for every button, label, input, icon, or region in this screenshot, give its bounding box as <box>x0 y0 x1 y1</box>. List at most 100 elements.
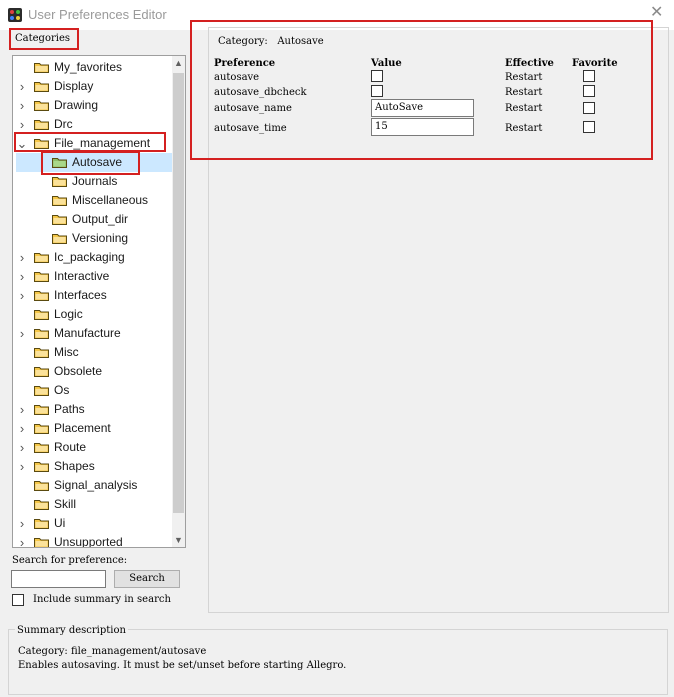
tree-item[interactable]: › Route <box>16 438 172 457</box>
tree-item[interactable]: Autosave <box>16 153 172 172</box>
chevron-right-icon[interactable]: › <box>16 324 28 343</box>
category-tree[interactable]: My_favorites › Display › Drawing › Drc ⌄ File_ma… <box>12 55 186 548</box>
folder-icon <box>34 500 49 510</box>
tree-item-label: Logic <box>54 307 83 321</box>
tree-item-label: Interactive <box>54 269 110 283</box>
folder-icon <box>52 215 67 225</box>
favorite-checkbox-autosave-dbcheck[interactable] <box>583 85 595 97</box>
effective-autosave-time: Restart <box>505 123 543 134</box>
chevron-right-icon[interactable]: › <box>16 248 28 267</box>
tree-item-label: Os <box>54 383 70 397</box>
chevron-right-icon[interactable]: › <box>16 96 28 115</box>
folder-icon <box>34 519 49 529</box>
include-summary-checkbox[interactable] <box>12 594 24 606</box>
close-icon[interactable]: ✕ <box>650 5 663 21</box>
tree-item-label: My_favorites <box>54 60 123 74</box>
chevron-right-icon[interactable]: › <box>16 514 28 533</box>
chevron-right-icon[interactable]: › <box>16 533 28 547</box>
tree-item-label: Signal_analysis <box>54 478 138 492</box>
tree-item[interactable]: › Drawing <box>16 96 172 115</box>
tree-item[interactable]: Signal_analysis <box>16 476 172 495</box>
search-label: Search for preference: <box>12 555 128 566</box>
tree-item[interactable]: ⌄ File_management <box>16 134 172 153</box>
tree-item[interactable]: › Unsupported <box>16 533 172 547</box>
tree-item[interactable]: › Shapes <box>16 457 172 476</box>
pref-name-autosave-name: autosave_name <box>214 103 292 114</box>
value-checkbox-autosave-dbcheck[interactable] <box>371 85 383 97</box>
tree-item[interactable]: Obsolete <box>16 362 172 381</box>
folder-icon <box>34 272 49 282</box>
tree-item[interactable]: › Interactive <box>16 267 172 286</box>
folder-icon <box>34 367 49 377</box>
title-bar: User Preferences Editor ✕ <box>0 0 674 30</box>
tree-item[interactable]: › Ui <box>16 514 172 533</box>
tree-item[interactable]: Skill <box>16 495 172 514</box>
tree-item-label: Manufacture <box>54 326 121 340</box>
favorite-checkbox-autosave-name[interactable] <box>583 102 595 114</box>
tree-item-label: Obsolete <box>54 364 103 378</box>
category-name: Autosave <box>277 36 324 47</box>
chevron-right-icon[interactable]: › <box>16 419 28 438</box>
value-input-autosave-name[interactable]: AutoSave <box>371 99 474 117</box>
search-button[interactable]: Search <box>114 570 180 588</box>
tree-item[interactable]: Os <box>16 381 172 400</box>
tree-item-label: Misc <box>54 345 79 359</box>
summary-title: Summary description <box>15 625 128 636</box>
folder-icon <box>34 310 49 320</box>
folder-icon <box>34 101 49 111</box>
tree-item[interactable]: Versioning <box>16 229 172 248</box>
effective-autosave-name: Restart <box>505 103 543 114</box>
chevron-right-icon[interactable]: › <box>16 438 28 457</box>
folder-icon <box>52 234 67 244</box>
value-checkbox-autosave[interactable] <box>371 70 383 82</box>
folder-icon <box>34 424 49 434</box>
tree-item-label: Route <box>54 440 87 454</box>
effective-autosave-dbcheck: Restart <box>505 87 543 98</box>
favorite-checkbox-autosave-time[interactable] <box>583 121 595 133</box>
tree-item[interactable]: › Ic_packaging <box>16 248 172 267</box>
chevron-right-icon[interactable]: › <box>16 115 28 134</box>
summary-category-line: Category: file_management/autosave <box>18 646 207 657</box>
value-input-autosave-time[interactable]: 15 <box>371 118 474 136</box>
effective-autosave: Restart <box>505 72 543 83</box>
tree-item-label: Shapes <box>54 459 95 473</box>
chevron-right-icon[interactable]: › <box>16 457 28 476</box>
scroll-down-icon[interactable]: ▼ <box>173 535 184 545</box>
tree-item-label: Placement <box>54 421 111 435</box>
folder-icon <box>52 158 67 168</box>
chevron-right-icon[interactable]: › <box>16 77 28 96</box>
tree-item-label: Ic_packaging <box>54 250 125 264</box>
tree-item[interactable]: › Interfaces <box>16 286 172 305</box>
tree-item[interactable]: Miscellaneous <box>16 191 172 210</box>
category-heading: Category: Autosave <box>218 36 324 47</box>
tree-item[interactable]: › Manufacture <box>16 324 172 343</box>
tree-item-label: Output_dir <box>72 212 129 226</box>
scroll-up-icon[interactable]: ▲ <box>173 58 184 68</box>
tree-item-label: Autosave <box>72 155 123 169</box>
chevron-down-icon[interactable]: ⌄ <box>16 134 28 153</box>
folder-icon <box>34 481 49 491</box>
folder-icon <box>34 291 49 301</box>
tree-scroll-thumb[interactable] <box>173 73 184 513</box>
tree-item[interactable]: Output_dir <box>16 210 172 229</box>
tree-item[interactable]: Journals <box>16 172 172 191</box>
tree-item[interactable]: › Display <box>16 77 172 96</box>
tree-item[interactable]: › Paths <box>16 400 172 419</box>
header-value: Value <box>371 58 402 69</box>
tree-item[interactable]: Misc <box>16 343 172 362</box>
folder-icon <box>34 462 49 472</box>
folder-icon <box>34 538 49 547</box>
tree-item[interactable]: Logic <box>16 305 172 324</box>
chevron-right-icon[interactable]: › <box>16 400 28 419</box>
tree-item-label: Interfaces <box>54 288 107 302</box>
tree-item[interactable]: › Placement <box>16 419 172 438</box>
chevron-right-icon[interactable]: › <box>16 267 28 286</box>
favorite-checkbox-autosave[interactable] <box>583 70 595 82</box>
tree-item-label: Drawing <box>54 98 99 112</box>
folder-icon <box>34 139 49 149</box>
search-input[interactable] <box>11 570 106 588</box>
tree-item[interactable]: › Drc <box>16 115 172 134</box>
chevron-right-icon[interactable]: › <box>16 286 28 305</box>
tree-item[interactable]: My_favorites <box>16 58 172 77</box>
include-summary-label: Include summary in search <box>33 594 171 605</box>
